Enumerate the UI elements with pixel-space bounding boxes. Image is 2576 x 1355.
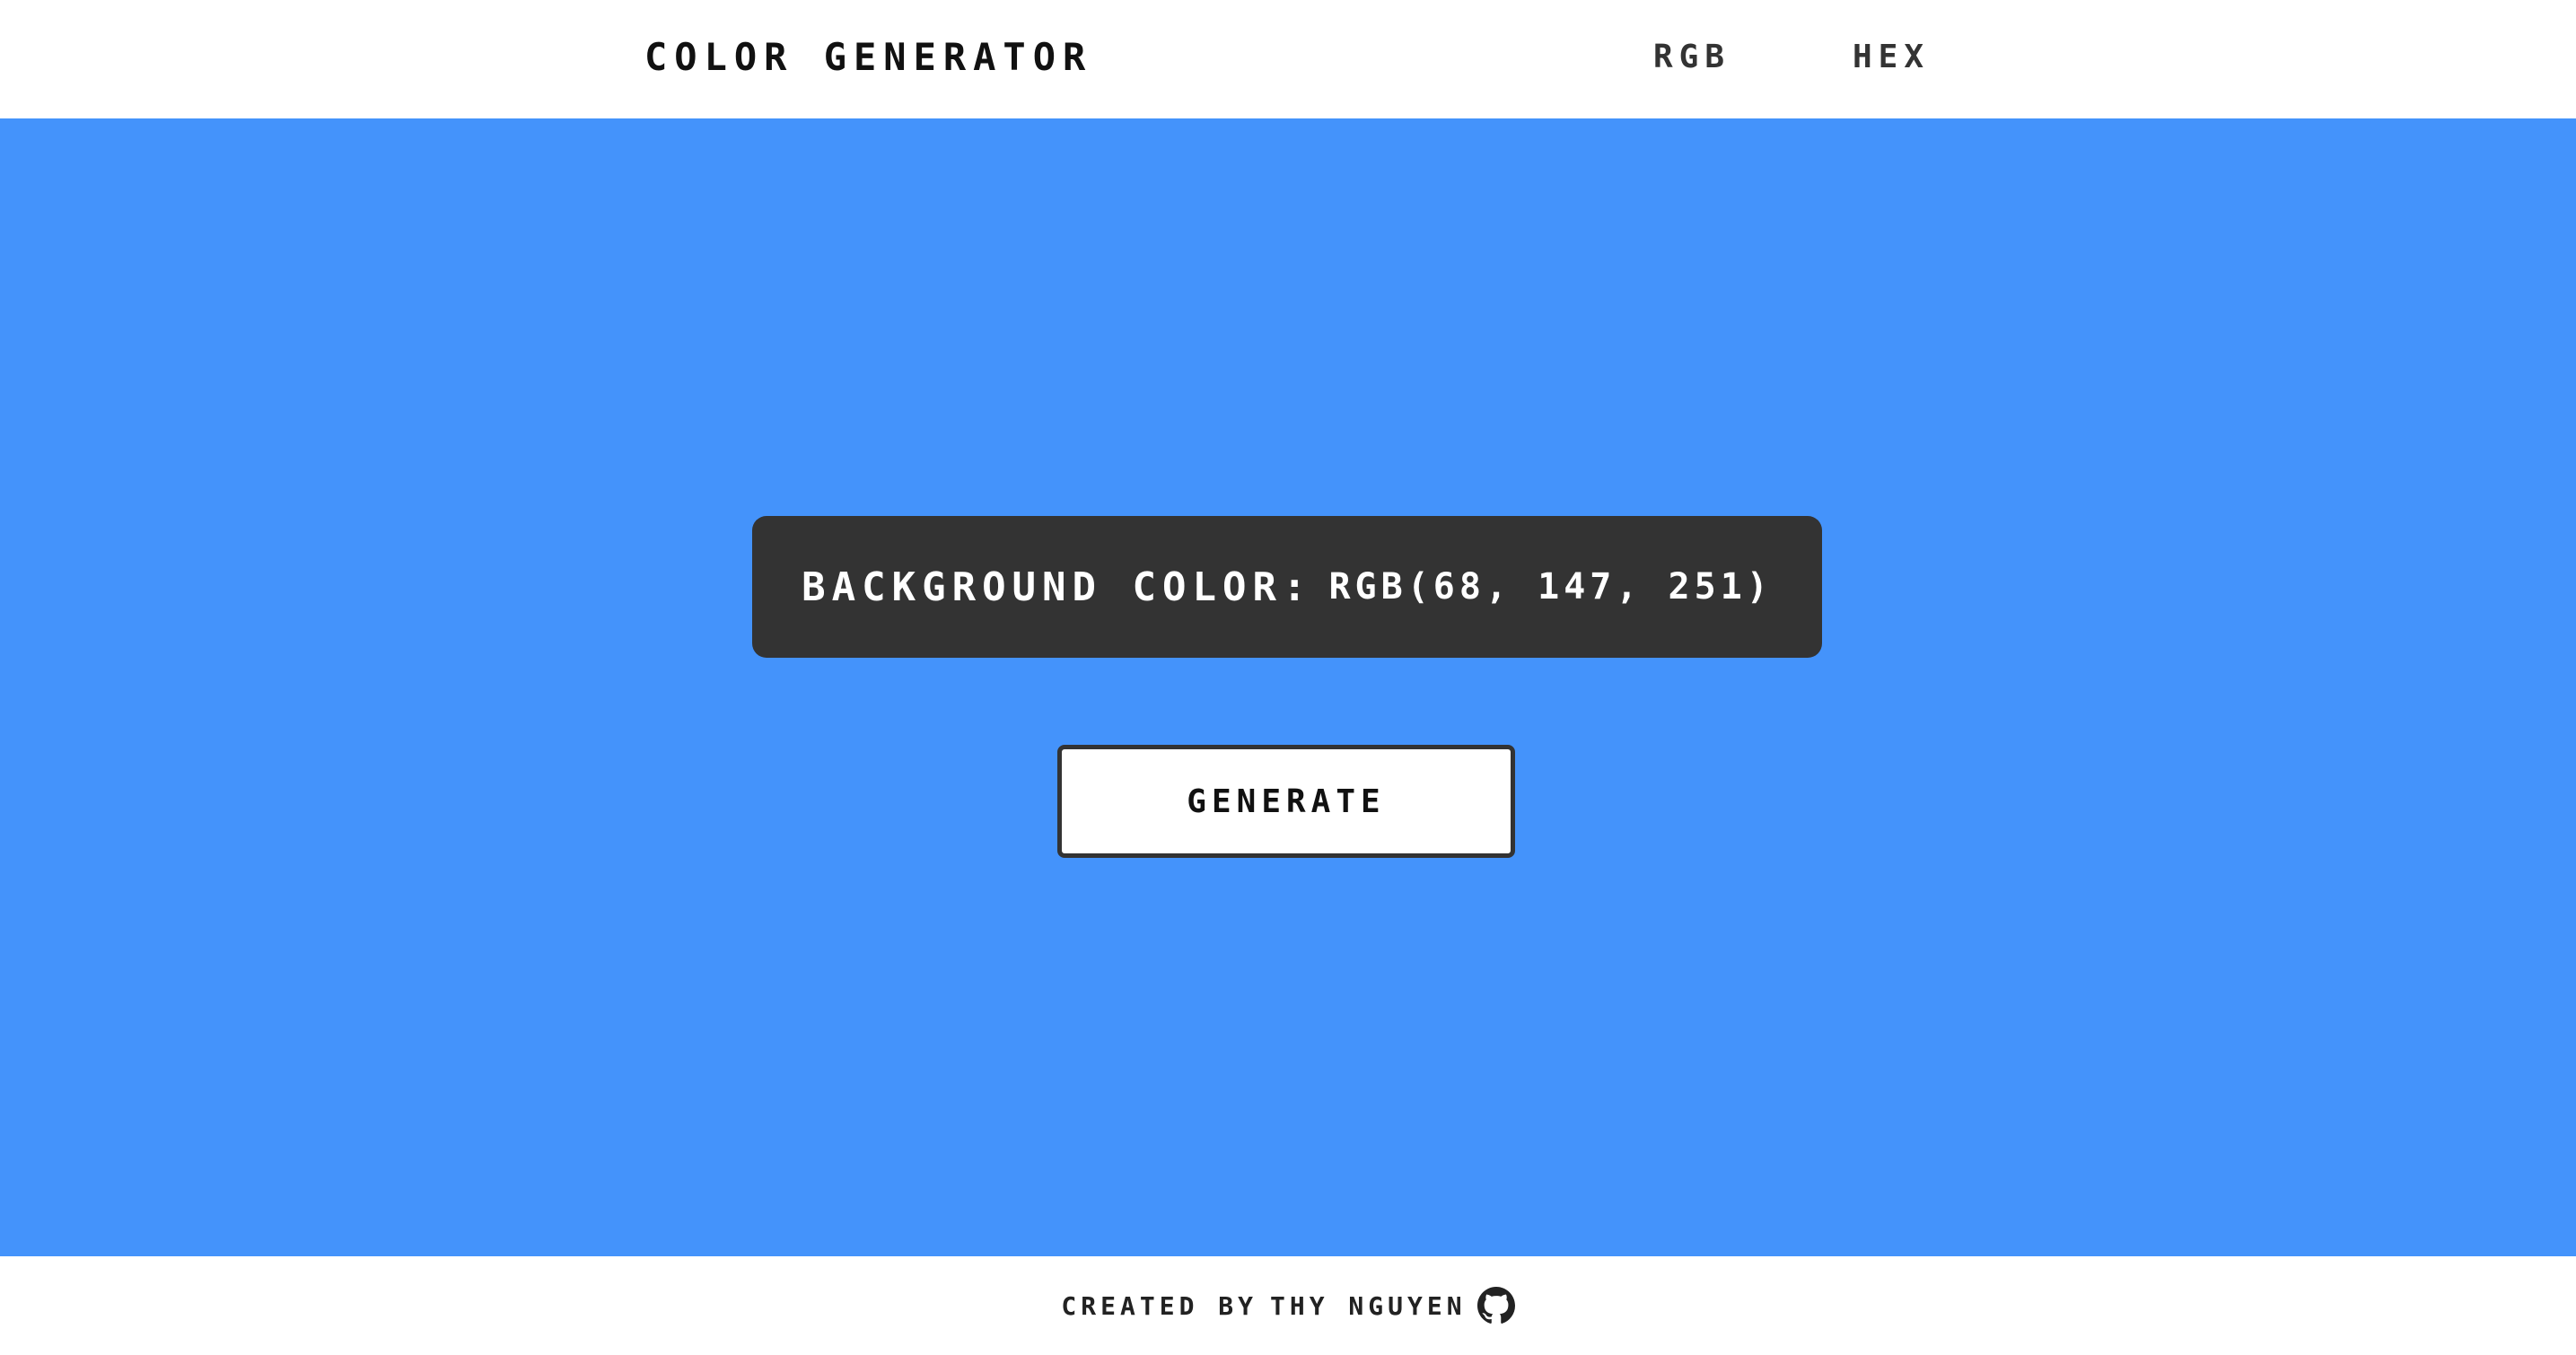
nav-rgb-link[interactable]: RGB — [1653, 38, 1730, 77]
app-title: COLOR GENERATOR — [644, 35, 1093, 79]
generate-button[interactable]: GENERATE — [1057, 745, 1515, 858]
footer: CREATED BY THY NGUYEN — [0, 1256, 2576, 1355]
nav-hex-link[interactable]: HEX — [1853, 38, 1930, 77]
color-display-area: BACKGROUND COLOR: RGB(68, 147, 251) GENE… — [0, 118, 2576, 1256]
page: COLOR GENERATOR RGB HEX BACKGROUND COLOR… — [0, 0, 2576, 1355]
background-color-readout: BACKGROUND COLOR: RGB(68, 147, 251) — [752, 516, 1822, 658]
footer-created-by: CREATED BY — [1061, 1290, 1257, 1321]
author-link[interactable]: THY NGUYEN — [1270, 1291, 1467, 1321]
header: COLOR GENERATOR RGB HEX — [0, 0, 2576, 118]
background-color-label: BACKGROUND COLOR: — [802, 564, 1313, 610]
background-color-value: RGB(68, 147, 251) — [1328, 566, 1773, 608]
github-icon[interactable] — [1476, 1287, 1515, 1324]
